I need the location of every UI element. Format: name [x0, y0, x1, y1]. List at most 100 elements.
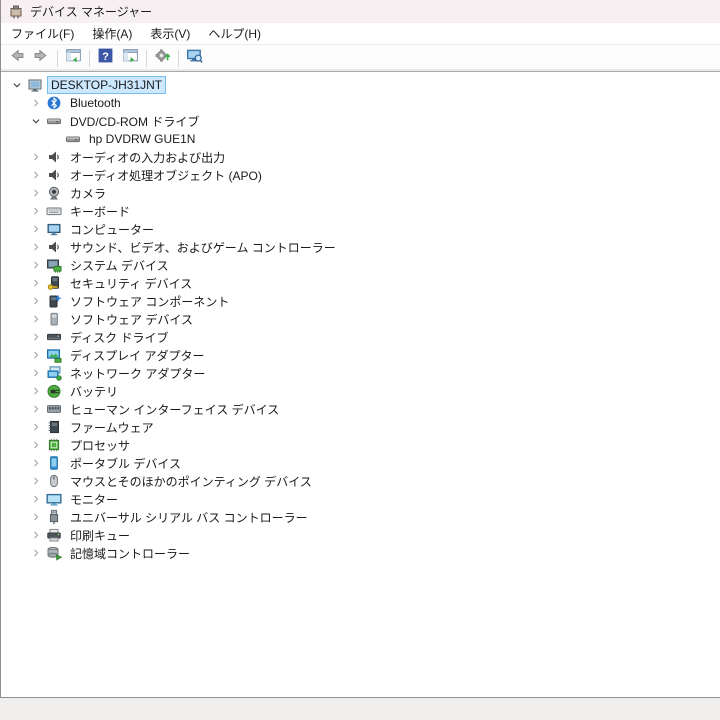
toolbar-separator: [178, 49, 179, 67]
chevron-collapsed-icon[interactable]: [28, 293, 44, 309]
device-tree: DESKTOP-JH31JNT Bluetooth DVD/CD-ROM ドライブ h…: [1, 72, 720, 697]
tree-item[interactable]: 印刷キュー: [1, 526, 720, 544]
menu-item-help[interactable]: ヘルプ(H): [199, 22, 270, 45]
tree-item[interactable]: システム デバイス: [1, 256, 720, 274]
help-icon: ?: [97, 47, 114, 69]
storage-controller-icon: [46, 545, 63, 561]
tree-item-label: 印刷キュー: [70, 528, 131, 543]
chevron-collapsed-icon[interactable]: [28, 473, 44, 489]
tree-item[interactable]: ソフトウェア コンポーネント: [1, 292, 720, 310]
chevron-collapsed-icon[interactable]: [28, 95, 44, 111]
tree-item[interactable]: コンピューター: [1, 220, 720, 238]
menu-item-view[interactable]: 表示(V): [141, 22, 199, 45]
tree-item[interactable]: ヒューマン インターフェイス デバイス: [1, 400, 720, 418]
monitor-icon: [46, 221, 62, 237]
tree-item-label: DESKTOP-JH31JNT: [46, 76, 167, 94]
tree-item[interactable]: カメラ: [1, 184, 720, 202]
chevron-expanded-icon[interactable]: [28, 113, 44, 129]
chevron-collapsed-icon[interactable]: [28, 185, 44, 201]
tree-item-label: ファームウェア: [70, 420, 154, 435]
chevron-collapsed-icon[interactable]: [28, 239, 44, 255]
tree-item[interactable]: ユニバーサル シリアル バス コントローラー: [1, 508, 720, 526]
chevron-collapsed-icon[interactable]: [28, 149, 44, 165]
chevron-collapsed-icon[interactable]: [28, 275, 44, 291]
tree-item[interactable]: ディスク ドライブ: [1, 328, 720, 346]
forward-button[interactable]: [29, 47, 54, 69]
chevron-collapsed-icon[interactable]: [28, 545, 44, 561]
chevron-none: [47, 131, 63, 147]
computer-icon: [27, 77, 43, 93]
tree-item[interactable]: セキュリティ デバイス: [1, 274, 720, 292]
mouse-icon: [46, 473, 62, 489]
tree-item-label: ネットワーク アダプター: [70, 366, 206, 381]
help-button[interactable]: ?: [93, 47, 118, 69]
monitor-display-icon: [46, 491, 62, 507]
camera-icon: [46, 185, 62, 201]
chevron-collapsed-icon[interactable]: [28, 203, 44, 219]
tree-item[interactable]: ポータブル デバイス: [1, 454, 720, 472]
tree-item[interactable]: モニター: [1, 490, 720, 508]
tree-item[interactable]: キーボード: [1, 202, 720, 220]
audio-icon: [46, 239, 62, 255]
tree-item[interactable]: プロセッサ: [1, 436, 720, 454]
chevron-collapsed-icon[interactable]: [28, 329, 44, 345]
tree-item-label: hp DVDRW GUE1N: [89, 132, 196, 146]
battery-icon: [46, 383, 62, 399]
tree-item[interactable]: DESKTOP-JH31JNT: [1, 76, 720, 94]
tree-item-label: オーディオの入力および出力: [70, 150, 226, 165]
tree-item[interactable]: 記憶域コントローラー: [1, 544, 720, 562]
chevron-collapsed-icon[interactable]: [28, 167, 44, 183]
tree-item[interactable]: ファームウェア: [1, 418, 720, 436]
show-hide-action-pane-button[interactable]: [118, 47, 143, 69]
menu-bar: ファイル(F) 操作(A) 表示(V) ヘルプ(H): [1, 23, 720, 45]
scan-for-hardware-changes-button[interactable]: [150, 47, 175, 69]
tree-item[interactable]: ネットワーク アダプター: [1, 364, 720, 382]
chevron-collapsed-icon[interactable]: [28, 455, 44, 471]
chevron-collapsed-icon[interactable]: [28, 527, 44, 543]
tree-item[interactable]: マウスとそのほかのポインティング デバイス: [1, 472, 720, 490]
chevron-collapsed-icon[interactable]: [28, 365, 44, 381]
chevron-collapsed-icon[interactable]: [28, 221, 44, 237]
chevron-collapsed-icon[interactable]: [28, 347, 44, 363]
tree-item[interactable]: ディスプレイ アダプター: [1, 346, 720, 364]
tree-item-label: マウスとそのほかのポインティング デバイス: [70, 474, 312, 489]
tree-item[interactable]: バッテリ: [1, 382, 720, 400]
chevron-collapsed-icon[interactable]: [28, 401, 44, 417]
tree-item-label: キーボード: [70, 204, 131, 219]
computer-properties-button[interactable]: [182, 47, 207, 69]
arrow-right-icon: [33, 47, 50, 69]
tree-item-label: Bluetooth: [70, 96, 121, 110]
back-button[interactable]: [4, 47, 29, 69]
chevron-collapsed-icon[interactable]: [28, 437, 44, 453]
tree-item[interactable]: DVD/CD-ROM ドライブ: [1, 112, 720, 130]
tree-item[interactable]: サウンド、ビデオ、およびゲーム コントローラー: [1, 238, 720, 256]
scan-hardware-icon: [154, 47, 171, 69]
window-title: デバイス マネージャー: [30, 5, 153, 19]
menu-item-file[interactable]: ファイル(F): [2, 22, 83, 45]
chevron-expanded-icon[interactable]: [9, 77, 25, 93]
hid-icon: [46, 401, 62, 417]
tree-item[interactable]: Bluetooth: [1, 94, 720, 112]
tree-item-label: カメラ: [70, 186, 107, 201]
chevron-collapsed-icon[interactable]: [28, 509, 44, 525]
menu-item-action[interactable]: 操作(A): [83, 22, 141, 45]
firmware-icon: [46, 419, 62, 435]
chevron-collapsed-icon[interactable]: [28, 491, 44, 507]
keyboard-icon: [46, 203, 62, 219]
svg-text:?: ?: [102, 51, 109, 63]
network-adapter-icon: [46, 365, 62, 381]
chevron-collapsed-icon[interactable]: [28, 311, 44, 327]
portable-device-icon: [46, 455, 62, 471]
chevron-collapsed-icon[interactable]: [28, 257, 44, 273]
software-component-icon: [46, 293, 62, 309]
chevron-collapsed-icon[interactable]: [28, 383, 44, 399]
tree-item[interactable]: オーディオの入力および出力: [1, 148, 720, 166]
tree-item[interactable]: ソフトウェア デバイス: [1, 310, 720, 328]
show-hide-console-tree-button[interactable]: [61, 47, 86, 69]
tree-item-label: ソフトウェア デバイス: [70, 312, 193, 327]
computer-search-icon: [186, 47, 203, 69]
toolbar-separator: [146, 49, 147, 67]
chevron-collapsed-icon[interactable]: [28, 419, 44, 435]
tree-item[interactable]: オーディオ処理オブジェクト (APO): [1, 166, 720, 184]
tree-item[interactable]: hp DVDRW GUE1N: [1, 130, 720, 148]
